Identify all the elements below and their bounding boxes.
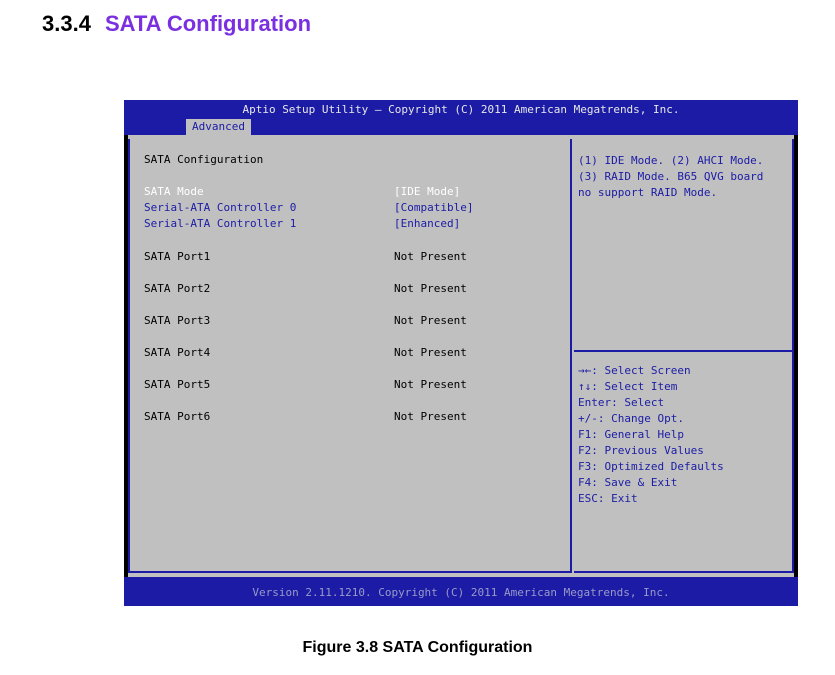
bios-title-bar: Aptio Setup Utility – Copyright (C) 2011… xyxy=(124,100,798,135)
port-label: SATA Port1 xyxy=(144,250,211,263)
port-label: SATA Port6 xyxy=(144,410,211,423)
settings-panel: SATA Configuration SATA Mode [IDE Mode] … xyxy=(128,139,570,573)
port-label: SATA Port2 xyxy=(144,282,211,295)
help-divider xyxy=(574,350,792,352)
port-status: Not Present xyxy=(394,410,467,423)
item-help-text: (1) IDE Mode. (2) AHCI Mode. (3) RAID Mo… xyxy=(578,154,764,199)
setting-label-controller-0[interactable]: Serial-ATA Controller 0 xyxy=(144,201,296,214)
key-help-item: +/-: Change Opt. xyxy=(578,412,684,425)
key-help-item: →←: Select Screen xyxy=(578,364,691,377)
section-number: 3.3.4 xyxy=(42,11,91,36)
port-status: Not Present xyxy=(394,282,467,295)
key-help-item: F3: Optimized Defaults xyxy=(578,460,724,473)
bios-version: Version 2.11.1210. Copyright (C) 2011 Am… xyxy=(252,586,670,599)
key-help-item: F2: Previous Values xyxy=(578,444,704,457)
key-help-item: Enter: Select xyxy=(578,396,665,409)
panel-divider xyxy=(570,139,572,573)
bios-screenshot: Aptio Setup Utility – Copyright (C) 2011… xyxy=(124,100,798,606)
section-heading: 3.3.4 SATA Configuration xyxy=(42,11,311,37)
tab-advanced[interactable]: Advanced xyxy=(186,119,251,135)
figure-caption: Figure 3.8 SATA Configuration xyxy=(302,639,533,656)
bios-copyright: Aptio Setup Utility – Copyright (C) 2011… xyxy=(242,103,680,116)
setting-value-controller-1[interactable]: [Enhanced] xyxy=(394,217,460,230)
section-title: SATA Configuration xyxy=(104,11,312,36)
page-heading: SATA Configuration xyxy=(144,153,264,166)
key-help-item: ↑↓: Select Item xyxy=(578,380,678,393)
setting-label-controller-1[interactable]: Serial-ATA Controller 1 xyxy=(144,217,296,230)
help-panel: (1) IDE Mode. (2) AHCI Mode. (3) RAID Mo… xyxy=(574,139,794,573)
port-status: Not Present xyxy=(394,314,467,327)
setting-value-controller-0[interactable]: [Compatible] xyxy=(394,201,473,214)
port-status: Not Present xyxy=(394,346,467,359)
bios-main-area: SATA Configuration SATA Mode [IDE Mode] … xyxy=(128,135,794,577)
setting-label-sata-mode[interactable]: SATA Mode xyxy=(144,185,204,198)
setting-value-sata-mode[interactable]: [IDE Mode] xyxy=(394,185,460,198)
port-label: SATA Port4 xyxy=(144,346,211,359)
key-help-item: ESC: Exit xyxy=(578,492,638,505)
bios-status-bar: Version 2.11.1210. Copyright (C) 2011 Am… xyxy=(124,577,798,606)
port-label: SATA Port5 xyxy=(144,378,211,391)
port-status: Not Present xyxy=(394,378,467,391)
key-help-item: F1: General Help xyxy=(578,428,684,441)
port-label: SATA Port3 xyxy=(144,314,211,327)
port-status: Not Present xyxy=(394,250,467,263)
key-help-list: →←: Select Screen ↑↓: Select Item Enter:… xyxy=(578,363,724,507)
key-help-item: F4: Save & Exit xyxy=(578,476,678,489)
